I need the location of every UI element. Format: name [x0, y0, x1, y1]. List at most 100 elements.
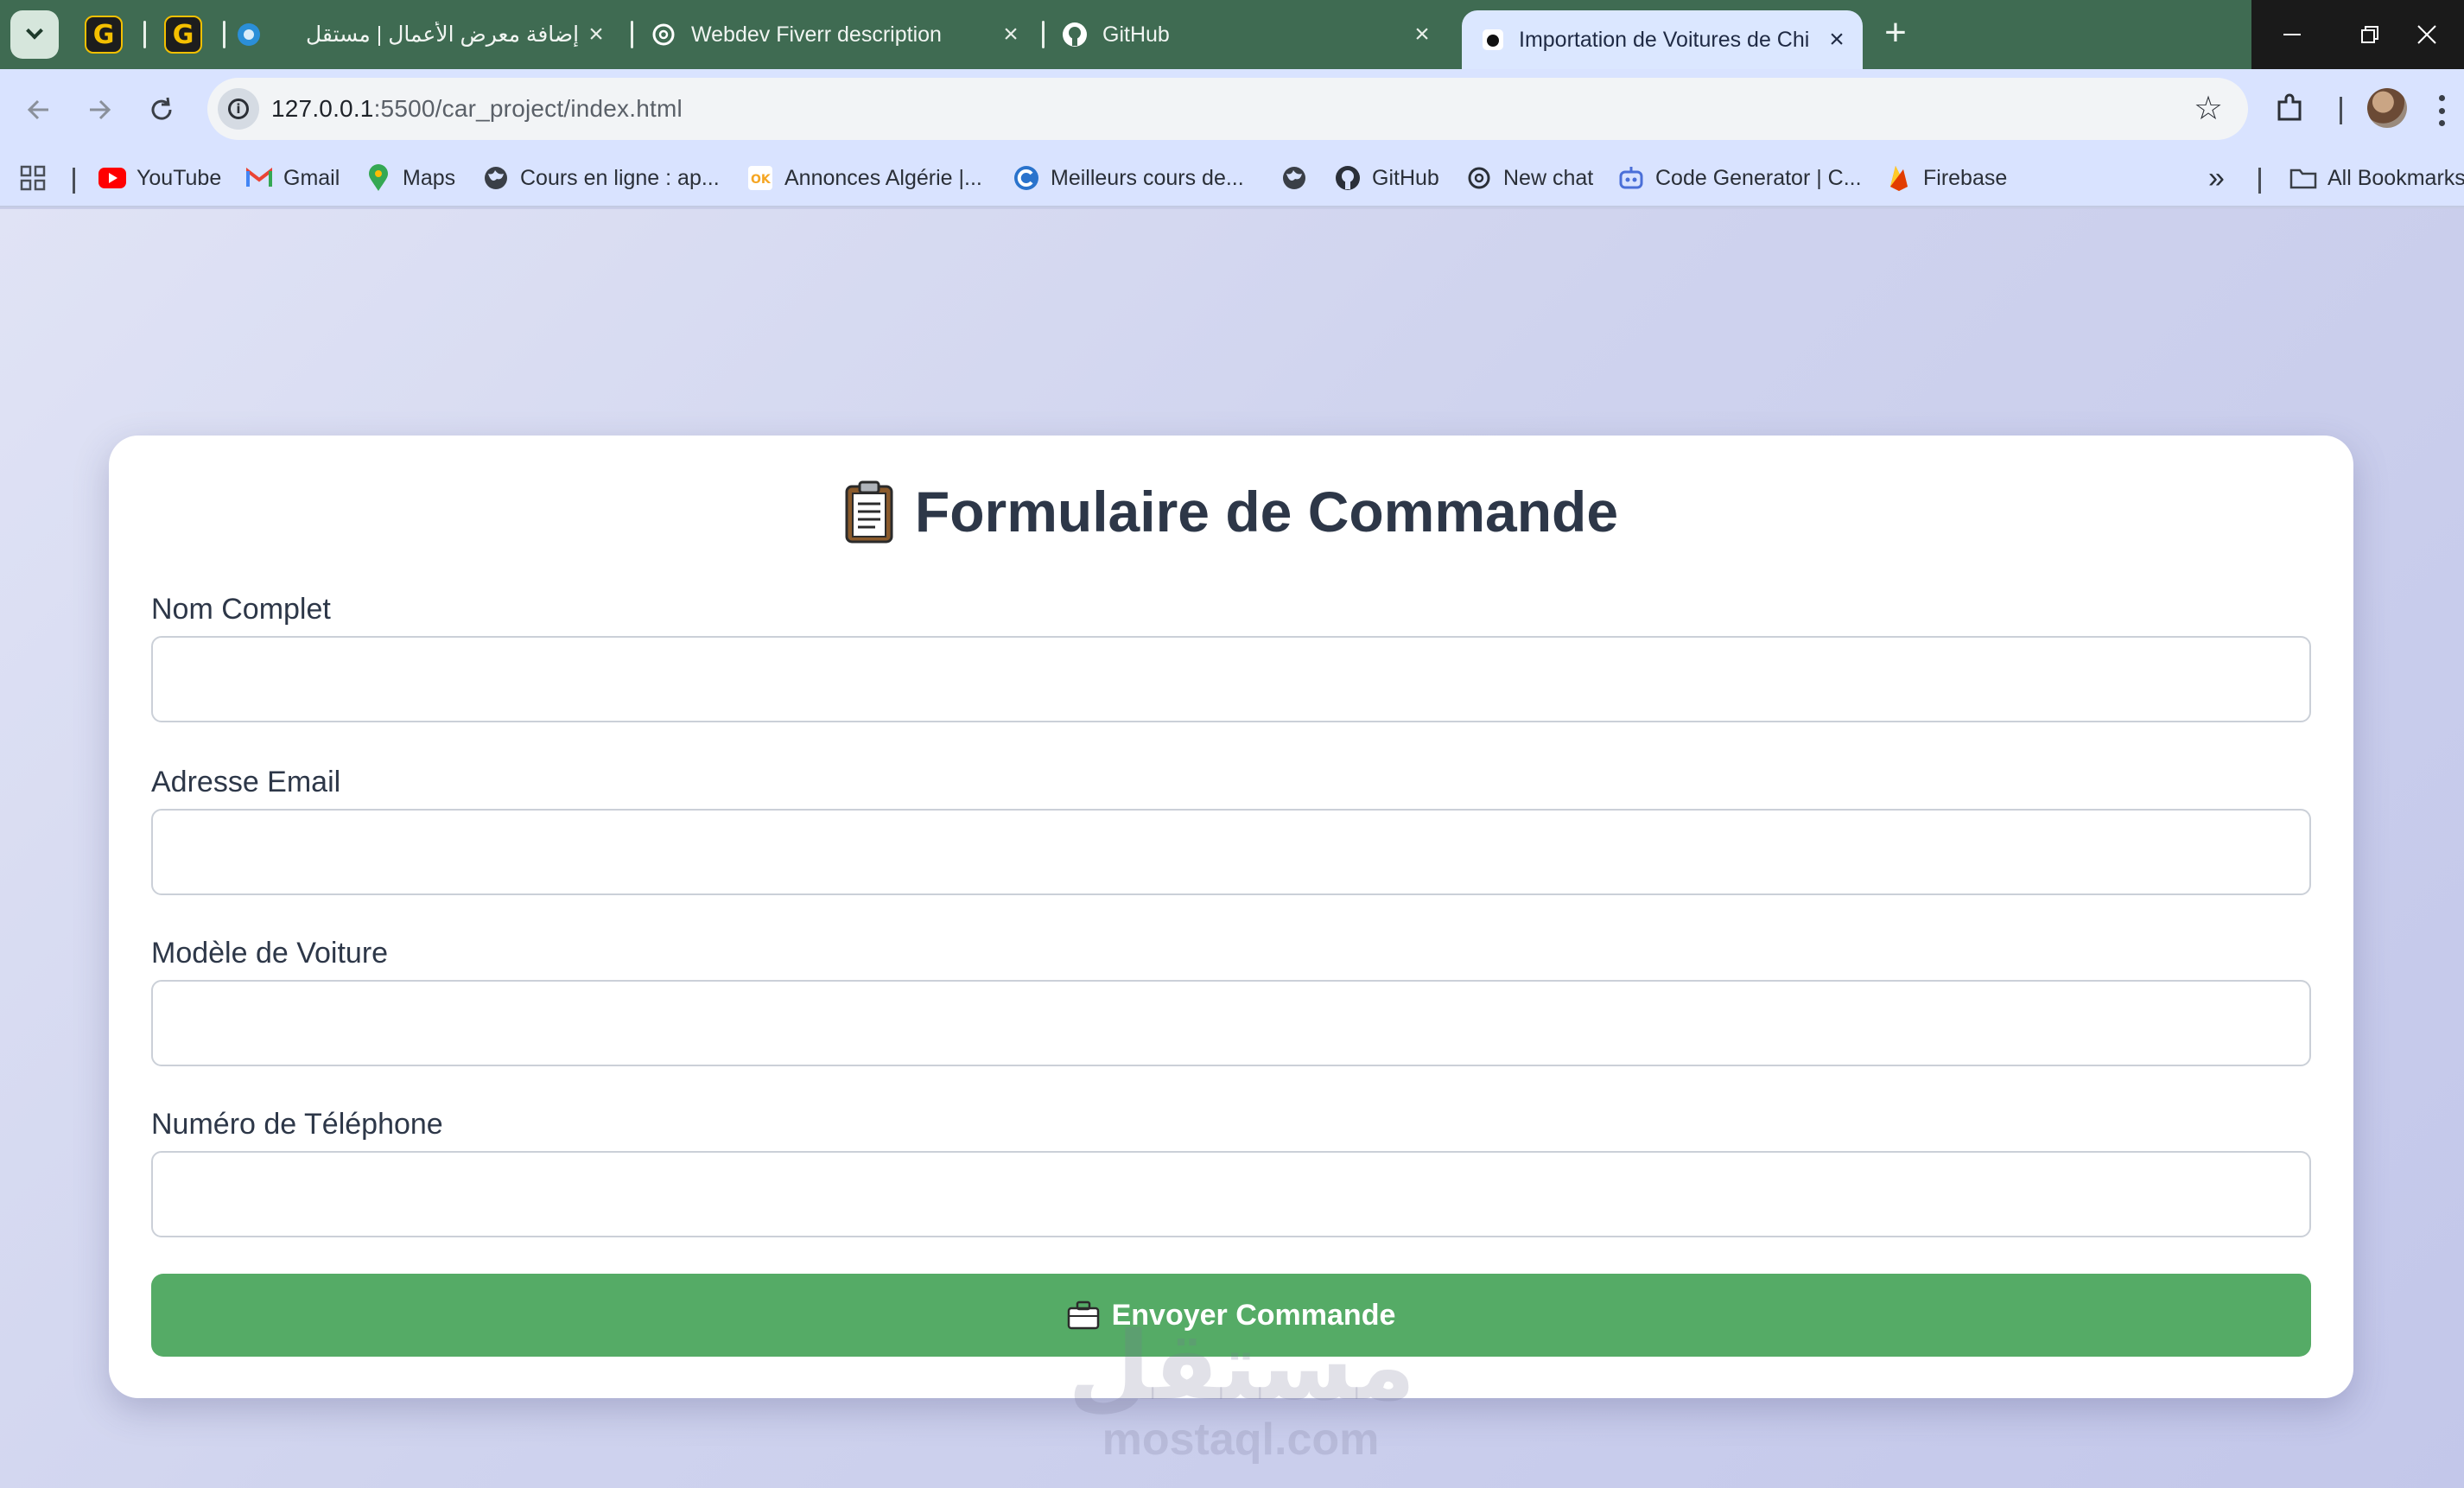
openai-icon — [650, 21, 677, 48]
profile-avatar[interactable] — [2367, 88, 2407, 128]
close-icon[interactable]: × — [1408, 20, 1436, 48]
bookmark-divider — [73, 168, 75, 194]
bookmark-label: Cours en ligne : ap... — [520, 165, 720, 190]
tab-separator — [1042, 21, 1045, 48]
address-bar[interactable]: i 127.0.0.1:5500/car_project/index.html … — [207, 78, 2248, 140]
back-icon[interactable] — [17, 88, 60, 131]
bookmark-cours[interactable]: Cours en ligne : ap... — [482, 159, 720, 197]
form-heading: Formulaire de Commande — [109, 479, 2353, 544]
bookmark-code-generator[interactable]: Code Generator | C... — [1617, 159, 1862, 197]
toolbar-divider — [2340, 97, 2342, 124]
phone-input[interactable] — [151, 1151, 2311, 1237]
github-icon — [1334, 164, 1362, 192]
bookmark-divider — [2258, 168, 2261, 194]
email-input[interactable] — [151, 809, 2311, 895]
apps-grid-icon[interactable] — [19, 159, 47, 197]
bookmark-label: Maps — [403, 165, 456, 190]
site-info-icon[interactable]: i — [218, 88, 259, 130]
globe-icon — [1280, 164, 1308, 192]
tab-webdev[interactable]: Webdev Fiverr description × — [650, 10, 1037, 59]
gmail-icon — [245, 164, 273, 192]
forward-icon[interactable] — [78, 88, 121, 131]
grammarly-icon: G — [85, 16, 123, 54]
bookmark-star-icon[interactable]: ☆ — [2189, 90, 2227, 128]
url-path: :5500/car_project/index.html — [373, 95, 683, 122]
submit-order-button[interactable]: Envoyer Commande — [151, 1274, 2311, 1357]
tab-github[interactable]: GitHub × — [1061, 10, 1448, 59]
tab-pinned-1[interactable]: G — [67, 10, 140, 59]
chevron-down-icon — [26, 22, 43, 40]
bookmark-github[interactable]: GitHub — [1334, 159, 1439, 197]
reload-icon[interactable] — [140, 88, 183, 131]
form-title: Formulaire de Commande — [914, 480, 1619, 544]
clipboard-icon — [844, 480, 894, 544]
tab-separator — [631, 21, 633, 48]
tab-separator — [223, 21, 225, 48]
bookmark-label: Meilleurs cours de... — [1051, 165, 1244, 190]
globe-icon — [482, 164, 510, 192]
bookmark-annonces[interactable]: OK Annonces Algérie |... — [746, 159, 982, 197]
close-icon[interactable]: × — [997, 20, 1025, 48]
label-modele-voiture: Modèle de Voiture — [151, 937, 389, 970]
tab-separator — [143, 21, 146, 48]
bookmark-gmail[interactable]: Gmail — [245, 159, 340, 197]
mostaql-icon — [235, 21, 263, 48]
bookmark-maps[interactable]: Maps — [365, 159, 455, 197]
url-host: 127.0.0.1 — [271, 95, 374, 122]
page-content: Formulaire de Commande Nom Complet Adres… — [0, 209, 2464, 1488]
tab-active[interactable]: Importation de Voitures de Chi × — [1462, 10, 1863, 69]
close-icon[interactable]: × — [582, 20, 610, 48]
bookmark-label: GitHub — [1372, 165, 1439, 190]
ok-icon: OK — [746, 164, 774, 192]
tab-title: إضافة معرض الأعمال | مستقل — [306, 22, 580, 47]
url-text: 127.0.0.1:5500/car_project/index.html — [271, 78, 683, 140]
tab-title: Webdev Fiverr description — [691, 22, 942, 47]
nom-complet-input[interactable] — [151, 636, 2311, 722]
label-adresse-email: Adresse Email — [151, 766, 341, 798]
car-model-input[interactable] — [151, 980, 2311, 1066]
watermark-latin: mostaql.com — [1102, 1415, 1380, 1465]
submit-label: Envoyer Commande — [1111, 1298, 1396, 1332]
bookmark-label: Code Generator | C... — [1655, 165, 1862, 190]
tab-strip: G G إضافة معرض الأعمال | مستقل × Webdev … — [0, 0, 2464, 69]
bookmark-firebase[interactable]: Firebase — [1885, 159, 2007, 197]
order-form-card: Formulaire de Commande Nom Complet Adres… — [109, 436, 2353, 1398]
tab-mostaql[interactable]: إضافة معرض الأعمال | مستقل × — [235, 10, 622, 59]
folder-icon — [2289, 164, 2317, 192]
bookmark-label: Firebase — [1923, 165, 2008, 190]
grammarly-icon: G — [164, 16, 202, 54]
label-nom-complet: Nom Complet — [151, 593, 331, 626]
tab-title: Importation de Voitures de Chi — [1519, 27, 1810, 52]
browser-toolbar: i 127.0.0.1:5500/car_project/index.html … — [0, 69, 2464, 149]
bookmarks-bar: YouTube Gmail Maps Cours en ligne : ap..… — [0, 149, 2464, 207]
youtube-icon — [98, 164, 126, 192]
bookmark-meilleurs[interactable]: Meilleurs cours de... — [1013, 159, 1244, 197]
extensions-icon[interactable] — [2272, 92, 2307, 126]
bookmark-label: Gmail — [283, 165, 340, 190]
openai-icon — [1465, 164, 1493, 192]
page-icon — [1479, 26, 1507, 54]
bookmarks-overflow-icon[interactable]: » — [2208, 159, 2225, 197]
menu-icon[interactable] — [2436, 95, 2447, 126]
tab-pinned-2[interactable]: G — [147, 10, 219, 59]
robot-icon — [1617, 164, 1645, 192]
bookmark-label: YouTube — [137, 165, 222, 190]
label-numero-telephone: Numéro de Téléphone — [151, 1108, 443, 1141]
bookmark-new-chat[interactable]: New chat — [1465, 159, 1593, 197]
firebase-icon — [1885, 164, 1913, 192]
tab-title: GitHub — [1102, 22, 1170, 47]
close-window-icon[interactable] — [2390, 0, 2464, 69]
all-bookmarks[interactable]: All Bookmarks — [2289, 159, 2464, 197]
all-bookmarks-label: All Bookmarks — [2327, 165, 2464, 190]
bookmark-label: New chat — [1503, 165, 1594, 190]
svg-text:OK: OK — [751, 173, 772, 187]
coursera-icon — [1013, 164, 1040, 192]
tab-search-button[interactable] — [10, 10, 59, 59]
bookmark-globe[interactable] — [1280, 159, 1318, 197]
new-tab-button[interactable]: + — [1875, 14, 1916, 55]
bookmark-youtube[interactable]: YouTube — [98, 159, 221, 197]
briefcase-icon — [1067, 1300, 1100, 1330]
close-icon[interactable]: × — [1823, 25, 1851, 54]
bookmark-label: Annonces Algérie |... — [784, 165, 982, 190]
github-icon — [1061, 21, 1089, 48]
